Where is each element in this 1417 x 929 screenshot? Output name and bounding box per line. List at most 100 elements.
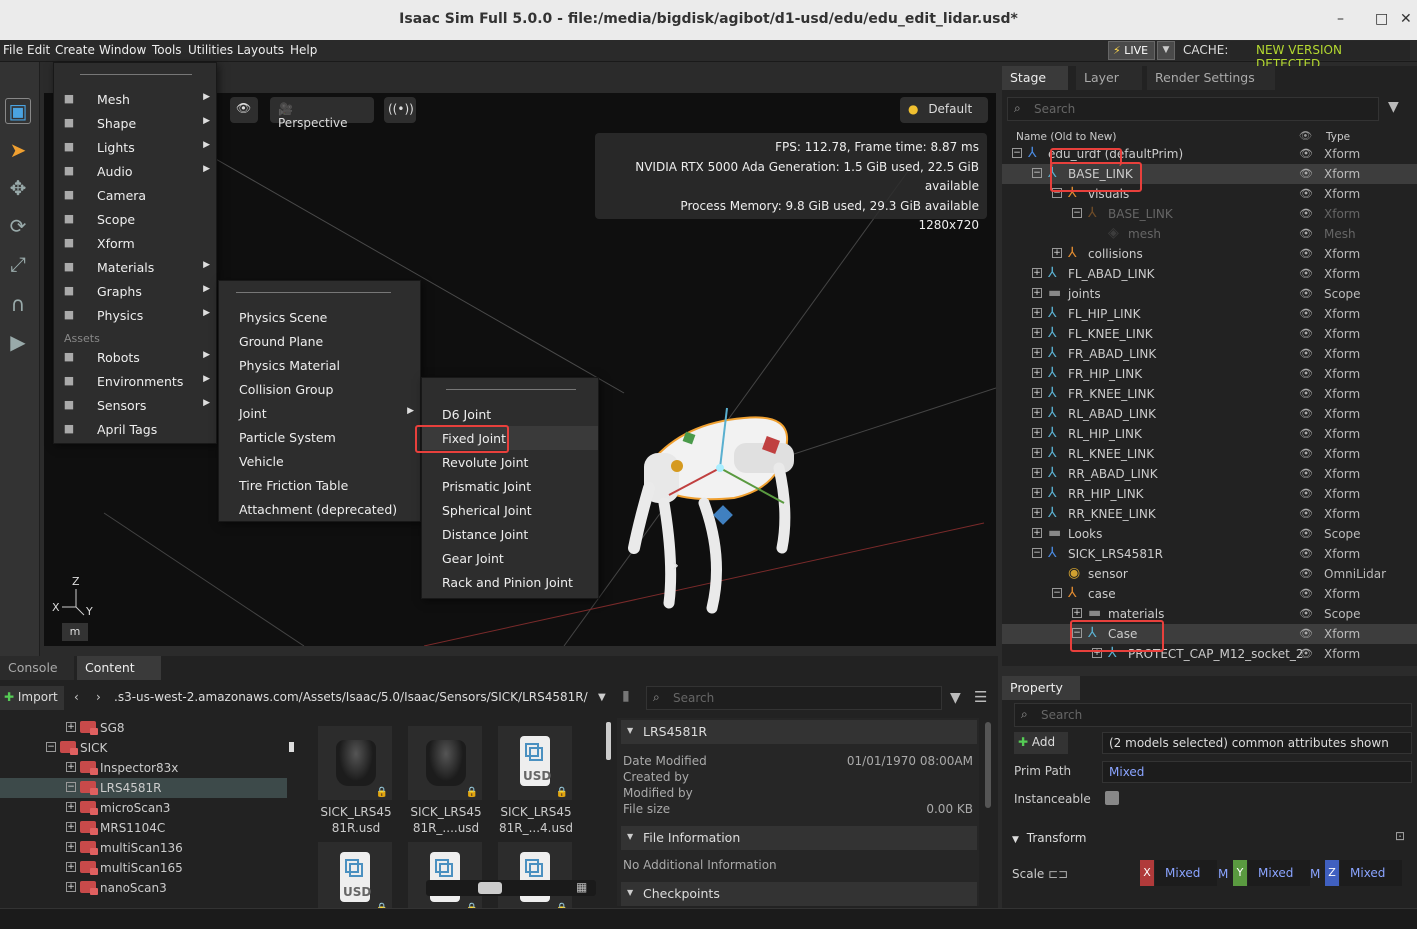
visibility-eye-icon[interactable]: 👁 <box>1299 247 1313 260</box>
create-menu-item-scope[interactable]: ■ Scope <box>54 207 216 231</box>
info-scrollbar[interactable] <box>985 722 991 808</box>
live-button[interactable]: ⚡ LIVE <box>1108 41 1155 60</box>
back-arrow-icon[interactable]: ‹ <box>74 690 79 704</box>
expand-toggle-icon[interactable]: + <box>66 762 76 772</box>
snap-icon[interactable]: ∩ <box>5 292 31 318</box>
create-menu-item-materials[interactable]: ■ Materials ▶ <box>54 255 216 279</box>
scale-x-field[interactable]: Mixed <box>1155 860 1217 886</box>
instanceable-checkbox[interactable] <box>1105 791 1119 805</box>
create-menu-item-mesh[interactable]: ■ Mesh ▶ <box>54 87 216 111</box>
visibility-eye-icon[interactable]: 👁 <box>1299 307 1313 320</box>
create-menu-item-graphs[interactable]: ■ Graphs ▶ <box>54 279 216 303</box>
physics-menu-item-attachment-deprecated-[interactable]: Attachment (deprecated) <box>219 497 420 521</box>
visibility-eye-icon[interactable]: 👁 <box>1299 407 1313 420</box>
visibility-eye-icon[interactable]: 👁 <box>1299 607 1313 620</box>
visibility-eye-icon[interactable]: 👁 <box>1299 187 1313 200</box>
transform-header[interactable]: ▼ Transform ⊡ <box>1002 826 1417 850</box>
expand-toggle-icon[interactable]: + <box>1032 328 1042 338</box>
content-tree-item[interactable]: + multiScan136 <box>0 838 287 858</box>
visibility-eye-icon[interactable]: 👁 <box>1299 327 1313 340</box>
link-icon[interactable]: ⊏⊐ <box>1048 867 1068 881</box>
expand-toggle-icon[interactable]: + <box>66 842 76 852</box>
visibility-eye-icon[interactable]: 👁 <box>1299 487 1313 500</box>
stage-row[interactable]: + ⅄ FR_HIP_LINK 👁 Xform <box>1002 364 1417 384</box>
close-button[interactable]: ✕ <box>1400 11 1412 27</box>
expand-toggle-icon[interactable]: − <box>1072 208 1082 218</box>
physics-menu-item-vehicle[interactable]: Vehicle <box>219 449 420 473</box>
import-button[interactable]: ✚ Import <box>0 686 64 710</box>
add-button[interactable]: ✚ Add <box>1014 732 1068 754</box>
stage-row[interactable]: + ⅄ RL_ABAD_LINK 👁 Xform <box>1002 404 1417 424</box>
create-menu-item-xform[interactable]: ■ Xform <box>54 231 216 255</box>
visibility-eye-icon[interactable]: 👁 <box>1299 167 1313 180</box>
expand-toggle-icon[interactable]: − <box>1012 148 1022 158</box>
cursor-icon[interactable]: ➤ <box>5 138 31 164</box>
transform-settings-icon[interactable]: ⊡ <box>1395 829 1405 843</box>
joint-menu-item-spherical-joint[interactable]: Spherical Joint <box>422 498 598 522</box>
expand-toggle-icon[interactable]: − <box>1052 588 1062 598</box>
bookmark-icon[interactable]: ▮ <box>622 688 630 704</box>
content-tree-item[interactable]: + microScan3 <box>0 798 287 818</box>
physics-menu-item-particle-system[interactable]: Particle System <box>219 425 420 449</box>
physics-menu-item-physics-material[interactable]: Physics Material <box>219 353 420 377</box>
play-icon[interactable]: ▶ <box>5 330 31 356</box>
expand-toggle-icon[interactable]: + <box>1032 528 1042 538</box>
file-information-header[interactable]: File Information <box>621 826 977 850</box>
visibility-eye-icon[interactable]: 👁 <box>1299 207 1313 220</box>
stage-row[interactable]: − ⅄ BASE_LINK 👁 Xform <box>1002 204 1417 224</box>
asset-thumbnail[interactable]: USD🔒 <box>498 842 574 908</box>
visibility-eye-icon[interactable]: 👁 <box>1299 527 1313 540</box>
visibility-eye-icon[interactable]: 👁 <box>1299 227 1313 240</box>
expand-toggle-icon[interactable]: + <box>1052 248 1062 258</box>
stage-row[interactable]: ◉ sensor 👁 OmniLidar <box>1002 564 1417 584</box>
expand-toggle-icon[interactable]: + <box>1032 368 1042 378</box>
content-tree-item[interactable]: − LRS4581R <box>0 778 287 798</box>
expand-toggle-icon[interactable]: + <box>1032 268 1042 278</box>
asset-thumbnail[interactable]: USD🔒 <box>408 842 484 908</box>
visibility-eye-icon[interactable]: 👁 <box>1299 447 1313 460</box>
joint-menu-item-revolute-joint[interactable]: Revolute Joint <box>422 450 598 474</box>
broadcast-icon[interactable]: ((•)) <box>384 97 416 123</box>
menu-edit[interactable]: Edit <box>27 43 50 57</box>
expand-toggle-icon[interactable]: + <box>1032 468 1042 478</box>
stage-row[interactable]: + ⅄ FL_ABAD_LINK 👁 Xform <box>1002 264 1417 284</box>
tab-render-settings[interactable]: Render Settings <box>1147 66 1275 90</box>
visibility-eye-icon[interactable]: 👁 <box>1299 387 1313 400</box>
visibility-eye-icon[interactable]: 👁 <box>1299 367 1313 380</box>
camera-button[interactable]: 🎥 Perspective <box>270 97 374 130</box>
scale-icon[interactable]: ⤢ <box>5 252 31 278</box>
visibility-eye-icon[interactable]: 👁 <box>1299 347 1313 360</box>
expand-toggle-icon[interactable]: + <box>1032 308 1042 318</box>
stage-row[interactable]: + ▬ materials 👁 Scope <box>1002 604 1417 624</box>
expand-toggle-icon[interactable]: + <box>1032 488 1042 498</box>
stage-row[interactable]: + ⅄ RR_KNEE_LINK 👁 Xform <box>1002 504 1417 524</box>
visibility-eye-icon[interactable]: 👁 <box>1299 627 1313 640</box>
physics-menu-item-physics-scene[interactable]: Physics Scene <box>219 305 420 329</box>
asset-thumbnail[interactable]: USD🔒 <box>318 842 394 908</box>
create-menu-item-robots[interactable]: ■ Robots ▶ <box>54 345 216 369</box>
content-tree-item[interactable]: + nanoScan3 <box>0 878 287 898</box>
grid-scrollbar[interactable] <box>606 722 611 760</box>
stage-row[interactable]: − ⅄ SICK_LRS4581R 👁 Xform <box>1002 544 1417 564</box>
asset-thumbnail[interactable]: 🔒 SICK_LRS45 81R.usd <box>318 726 394 836</box>
expand-toggle-icon[interactable]: + <box>1032 448 1042 458</box>
maximize-button[interactable]: □ <box>1375 11 1388 27</box>
menu-window[interactable]: Window <box>99 43 146 57</box>
stage-row[interactable]: + ⅄ RL_HIP_LINK 👁 Xform <box>1002 424 1417 444</box>
rotate-icon[interactable]: ⟳ <box>5 214 31 240</box>
menu-layouts[interactable]: Layouts <box>237 43 284 57</box>
filter-icon[interactable]: ▼ <box>950 690 961 706</box>
joint-menu-item-distance-joint[interactable]: Distance Joint <box>422 522 598 546</box>
joint-menu-item-prismatic-joint[interactable]: Prismatic Joint <box>422 474 598 498</box>
expand-toggle-icon[interactable]: + <box>66 822 76 832</box>
expand-toggle-icon[interactable]: + <box>1032 408 1042 418</box>
filter-icon[interactable]: ▼ <box>1388 99 1399 115</box>
scale-z-field[interactable]: Mixed <box>1340 860 1402 886</box>
expand-toggle-icon[interactable]: + <box>66 722 76 732</box>
select-mode-icon[interactable]: ▣ <box>5 98 31 124</box>
expand-toggle-icon[interactable]: + <box>66 882 76 892</box>
expand-toggle-icon[interactable]: − <box>66 782 76 792</box>
menu-icon[interactable]: ☰ <box>974 688 987 706</box>
stage-row[interactable]: + ⅄ RL_KNEE_LINK 👁 Xform <box>1002 444 1417 464</box>
tab-property[interactable]: Property <box>1002 676 1080 700</box>
